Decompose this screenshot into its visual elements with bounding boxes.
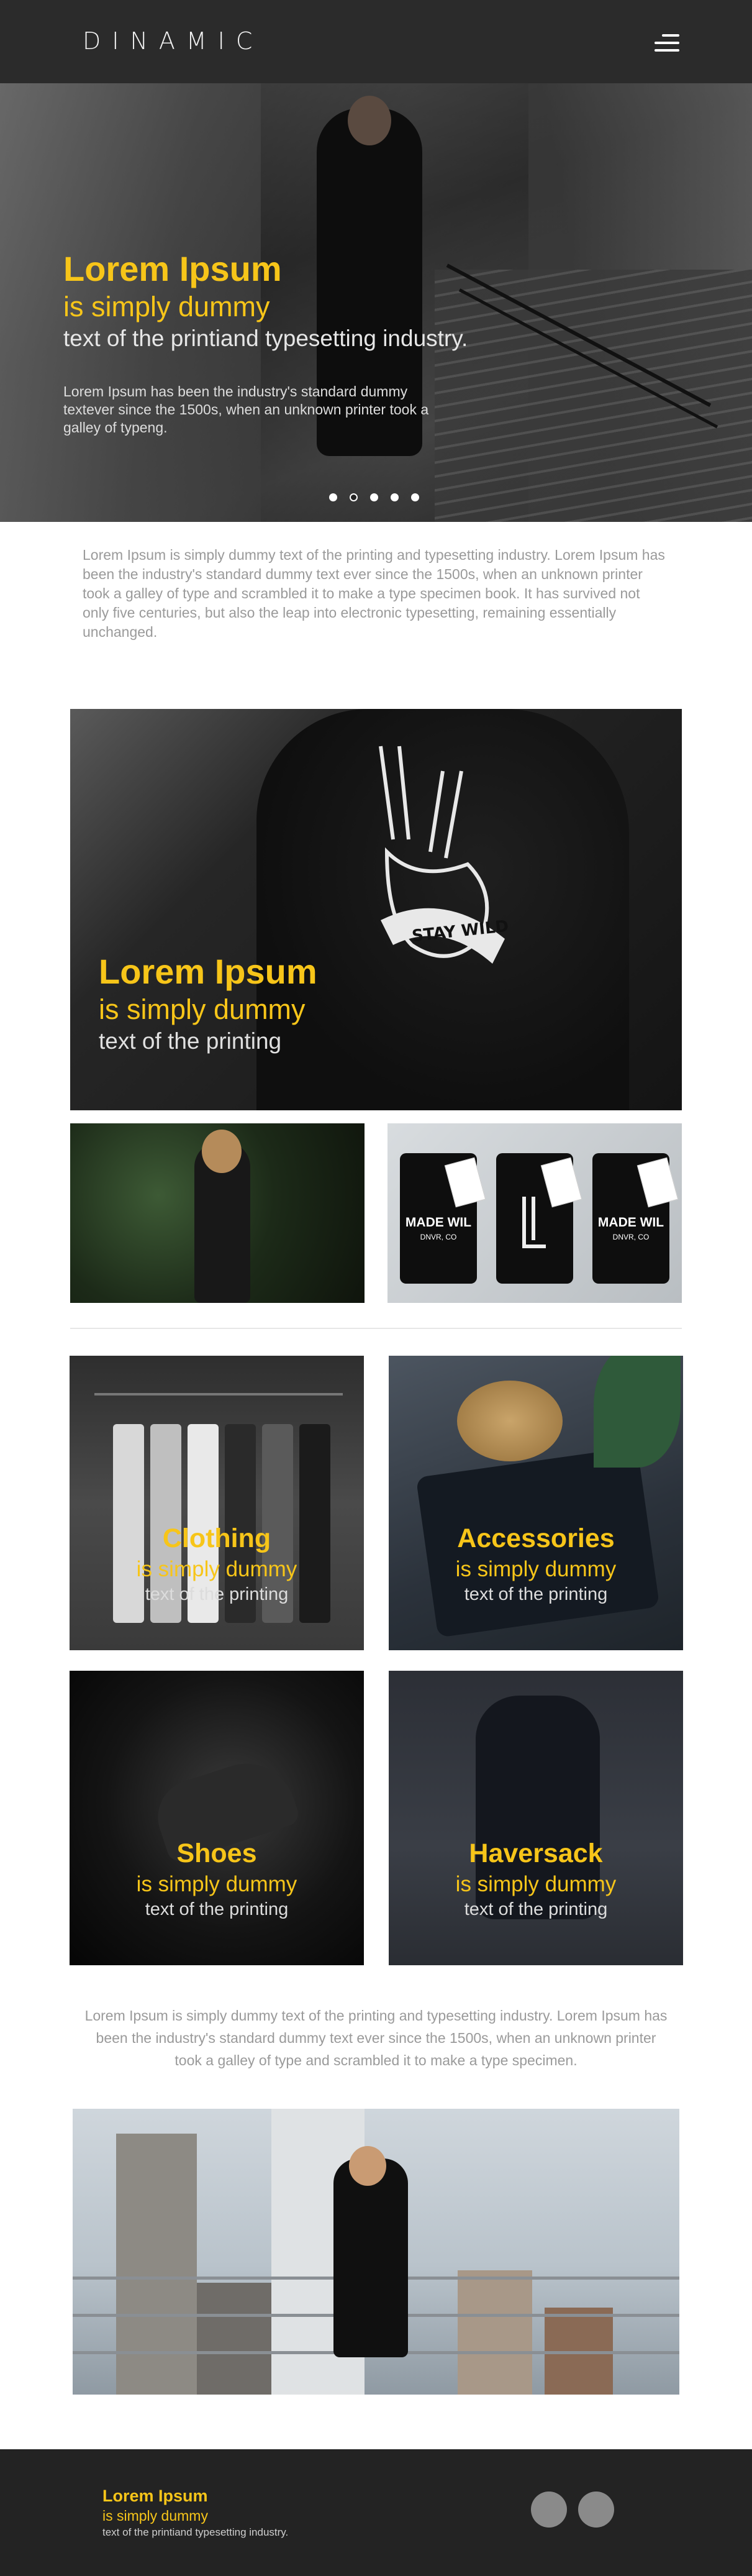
- feature-banner[interactable]: STAY WILD Lorem Ipsum is simply dummy te…: [70, 709, 682, 1110]
- hero-subtitle: is simply dummy: [63, 291, 270, 322]
- tee-sublabel: DNVR, CO: [612, 1233, 650, 1241]
- slider-dot-2[interactable]: [350, 493, 358, 501]
- leaf-image: [594, 1356, 681, 1468]
- hero-banner: Lorem Ipsum is simply dummy text of the …: [0, 83, 752, 522]
- category-subtitle-secondary: text of the printing: [145, 1899, 289, 1919]
- category-tile-clothing[interactable]: Clothing is simply dummy text of the pri…: [70, 1356, 364, 1650]
- city-photo[interactable]: [73, 2109, 679, 2395]
- hamburger-menu-icon[interactable]: [652, 34, 679, 53]
- city-image-person: [333, 2158, 408, 2357]
- category-subtitle-secondary: text of the printing: [145, 1584, 289, 1604]
- building-image: [458, 2270, 532, 2395]
- feature-subtitle: is simply dummy: [99, 993, 306, 1025]
- category-tile-accessories[interactable]: Accessories is simply dummy text of the …: [389, 1356, 683, 1650]
- hero-image-stairs: [435, 270, 752, 522]
- social-icon[interactable]: [578, 2492, 614, 2528]
- hero-subtitle-secondary: text of the printiand typesetting indust…: [63, 326, 468, 351]
- slider-dot-5[interactable]: [411, 493, 419, 501]
- tee-label: MADE WIL: [405, 1215, 472, 1230]
- menu-line: [655, 42, 679, 44]
- category-tile-shoes[interactable]: Shoes is simply dummy text of the printi…: [70, 1671, 364, 1965]
- thumbnail-girl-photo[interactable]: [70, 1123, 365, 1303]
- intro-text: Lorem Ipsum is simply dummy text of the …: [83, 547, 665, 640]
- slider-dot-3[interactable]: [370, 493, 378, 501]
- hero-title: Lorem Ipsum: [63, 249, 282, 288]
- site-header: DINAMIC: [0, 0, 752, 83]
- footer-title: Lorem Ipsum: [102, 2487, 208, 2505]
- skeleton-hand-graphic: STAY WILD: [379, 746, 510, 964]
- city-image-head: [349, 2146, 386, 2186]
- footer-subtitle-secondary: text of the printiand typesetting indust…: [102, 2526, 289, 2538]
- category-title: Haversack: [469, 1838, 603, 1868]
- category-subtitle: is simply dummy: [455, 1557, 617, 1581]
- category-subtitle: is simply dummy: [455, 1872, 617, 1896]
- hero-paragraph: Lorem Ipsum has been the industry's stan…: [63, 383, 429, 436]
- hanger-rail-image: [94, 1393, 343, 1395]
- hat-image: [457, 1381, 563, 1461]
- category-subtitle-secondary: text of the printing: [464, 1899, 608, 1919]
- category-subtitle-secondary: text of the printing: [464, 1584, 608, 1604]
- thumbnail-tees-photo[interactable]: MADE WIL DNVR, CO MADE WIL DNVR, CO: [387, 1123, 682, 1303]
- building-image: [116, 2134, 197, 2395]
- building-image: [197, 2283, 271, 2395]
- section-divider: [70, 1328, 682, 1329]
- category-title: Accessories: [457, 1523, 615, 1553]
- site-footer: Lorem Ipsum is simply dummy text of the …: [0, 2449, 752, 2576]
- menu-line: [662, 34, 679, 37]
- tee-sublabel: DNVR, CO: [420, 1233, 457, 1241]
- feature-subtitle-secondary: text of the printing: [99, 1028, 282, 1054]
- footer-subtitle: is simply dummy: [102, 2508, 208, 2524]
- hero-image-head: [348, 96, 391, 145]
- category-tile-haversack[interactable]: Haversack is simply dummy text of the pr…: [389, 1671, 683, 1965]
- thumbnail-image-head: [202, 1130, 242, 1173]
- category-title: Clothing: [162, 1523, 271, 1553]
- menu-line: [655, 49, 679, 52]
- site-logo[interactable]: DINAMIC: [83, 27, 263, 55]
- category-subtitle: is simply dummy: [136, 1557, 297, 1581]
- feature-title: Lorem Ipsum: [99, 952, 317, 991]
- category-title: Shoes: [176, 1838, 257, 1868]
- slider-dot-1[interactable]: [329, 493, 337, 501]
- tee-label: MADE WIL: [597, 1215, 664, 1230]
- slider-dots: [329, 493, 419, 501]
- secondary-text: Lorem Ipsum is simply dummy text of the …: [84, 2007, 668, 2068]
- social-icon[interactable]: [531, 2492, 567, 2528]
- slider-dot-4[interactable]: [391, 493, 399, 501]
- category-subtitle: is simply dummy: [136, 1872, 297, 1896]
